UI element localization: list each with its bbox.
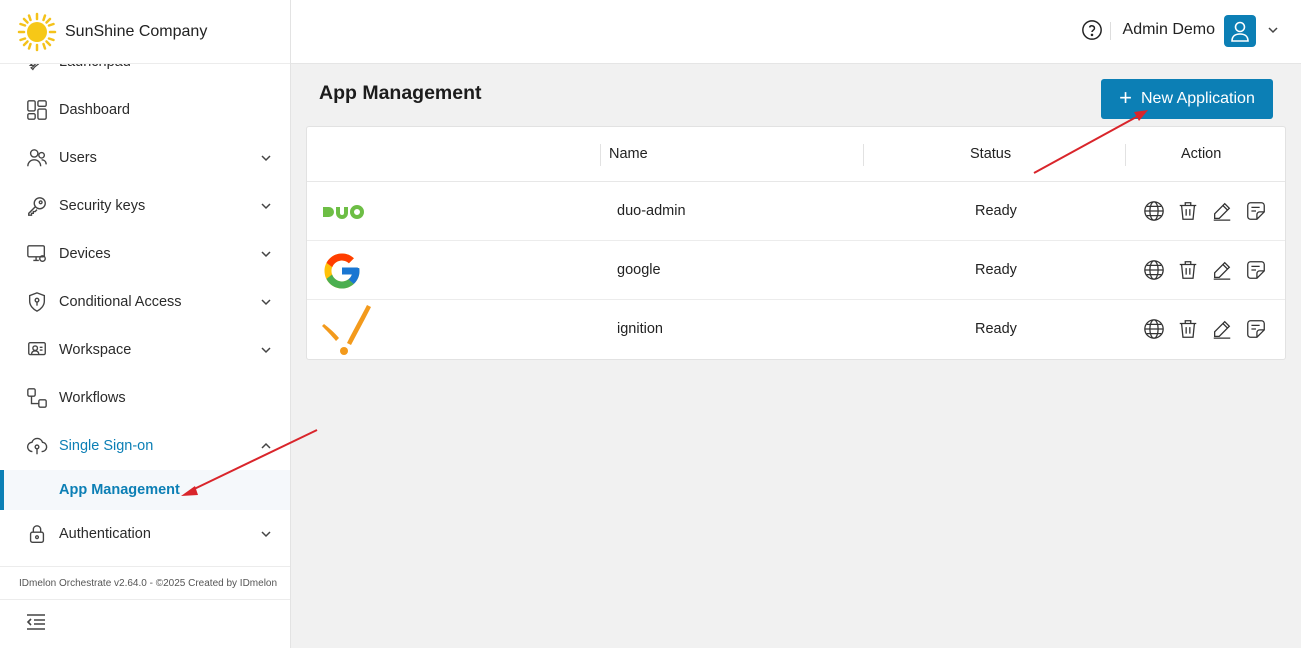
chevron-down-icon	[261, 299, 271, 306]
sidebar-item-label: Workspace	[59, 342, 132, 358]
globe-icon[interactable]	[1143, 318, 1165, 340]
column-separator	[863, 144, 864, 166]
globe-icon[interactable]	[1143, 259, 1165, 281]
table-header: Name Status Action	[307, 127, 1285, 182]
applications-table: Name Status Action duo-admin Ready googl…	[306, 126, 1286, 360]
note-icon[interactable]	[1245, 318, 1267, 340]
chevron-up-icon	[261, 442, 271, 449]
sidebar-subitem-app-management[interactable]: App Management	[0, 470, 290, 510]
sun-logo-icon	[17, 12, 57, 51]
sidebar-item-label: Workflows	[59, 390, 126, 406]
help-icon[interactable]	[1081, 19, 1103, 41]
table-row: ignition Ready	[307, 300, 1285, 359]
trash-icon[interactable]	[1177, 259, 1199, 281]
user-icon	[1231, 21, 1249, 42]
globe-icon[interactable]	[1143, 200, 1165, 222]
chevron-down-icon	[261, 531, 271, 538]
chevron-down-icon	[261, 155, 271, 162]
sidebar-item-label: Dashboard	[59, 102, 130, 118]
user-name[interactable]: Admin Demo	[1123, 21, 1215, 39]
key-icon	[25, 194, 49, 218]
column-header-status: Status	[970, 146, 1012, 162]
brand-name: SunShine Company	[65, 22, 208, 40]
column-header-action: Action	[1181, 146, 1222, 162]
app-status: Ready	[975, 203, 1017, 219]
edit-icon[interactable]	[1211, 259, 1233, 281]
header-divider	[1110, 22, 1111, 40]
devices-icon	[25, 242, 49, 266]
sidebar: Launchpad Dashboard Users Security keys	[0, 0, 291, 648]
version-footer: IDmelon Orchestrate v2.64.0 - ©2025 Crea…	[0, 566, 290, 600]
sidebar-item-authentication[interactable]: Authentication	[0, 510, 290, 558]
sidebar-item-dashboard[interactable]: Dashboard	[0, 86, 290, 134]
sidebar-item-label: Devices	[59, 246, 111, 262]
duo-logo	[321, 191, 381, 233]
note-icon[interactable]	[1245, 259, 1267, 281]
sidebar-item-devices[interactable]: Devices	[0, 230, 290, 278]
app-status: Ready	[975, 321, 1017, 337]
sidebar-nav: Launchpad Dashboard Users Security keys	[0, 38, 290, 558]
edit-icon[interactable]	[1211, 200, 1233, 222]
sidebar-item-label: Security keys	[59, 198, 146, 214]
sidebar-item-security-keys[interactable]: Security keys	[0, 182, 290, 230]
row-actions	[1143, 318, 1267, 340]
ignition-logo	[319, 302, 379, 356]
collapse-sidebar-icon[interactable]	[24, 610, 48, 634]
chevron-down-icon	[261, 203, 271, 210]
column-separator	[1125, 144, 1126, 166]
lock-icon	[25, 522, 49, 546]
sidebar-item-workspace[interactable]: Workspace	[0, 326, 290, 374]
chevron-down-icon	[261, 347, 271, 354]
sidebar-item-single-sign-on[interactable]: Single Sign-on	[0, 422, 290, 470]
sidebar-item-label: Conditional Access	[59, 294, 182, 310]
sidebar-item-conditional-access[interactable]: Conditional Access	[0, 278, 290, 326]
page-title: App Management	[319, 82, 482, 104]
shield-icon	[25, 290, 49, 314]
workflows-icon	[25, 386, 49, 410]
workspace-icon	[25, 338, 49, 362]
top-header: Admin Demo	[291, 0, 1301, 64]
note-icon[interactable]	[1245, 200, 1267, 222]
sidebar-item-label: Authentication	[59, 526, 151, 542]
users-icon	[25, 146, 49, 170]
sidebar-item-label: Users	[59, 150, 97, 166]
column-header-name: Name	[609, 146, 648, 162]
dashboard-icon	[25, 98, 49, 122]
chevron-down-icon[interactable]	[1267, 24, 1279, 36]
app-status: Ready	[975, 262, 1017, 278]
app-name: duo-admin	[617, 203, 686, 219]
sidebar-item-label: Single Sign-on	[59, 438, 154, 454]
column-separator	[600, 144, 601, 166]
google-logo	[321, 250, 381, 292]
plus-icon: +	[1119, 85, 1132, 110]
new-application-button[interactable]: + New Application	[1101, 79, 1273, 119]
app-name: ignition	[617, 321, 663, 337]
row-actions	[1143, 259, 1267, 281]
app-name: google	[617, 262, 661, 278]
sidebar-subitem-label: App Management	[59, 482, 180, 498]
row-actions	[1143, 200, 1267, 222]
avatar[interactable]	[1224, 15, 1256, 47]
table-row: google Ready	[307, 241, 1285, 300]
trash-icon[interactable]	[1177, 318, 1199, 340]
new-application-label: New Application	[1141, 90, 1255, 107]
sidebar-item-users[interactable]: Users	[0, 134, 290, 182]
trash-icon[interactable]	[1177, 200, 1199, 222]
sso-cloud-icon	[25, 434, 49, 458]
chevron-down-icon	[261, 251, 271, 258]
brand: SunShine Company	[0, 0, 290, 64]
edit-icon[interactable]	[1211, 318, 1233, 340]
sidebar-item-workflows[interactable]: Workflows	[0, 374, 290, 422]
table-row: duo-admin Ready	[307, 182, 1285, 241]
